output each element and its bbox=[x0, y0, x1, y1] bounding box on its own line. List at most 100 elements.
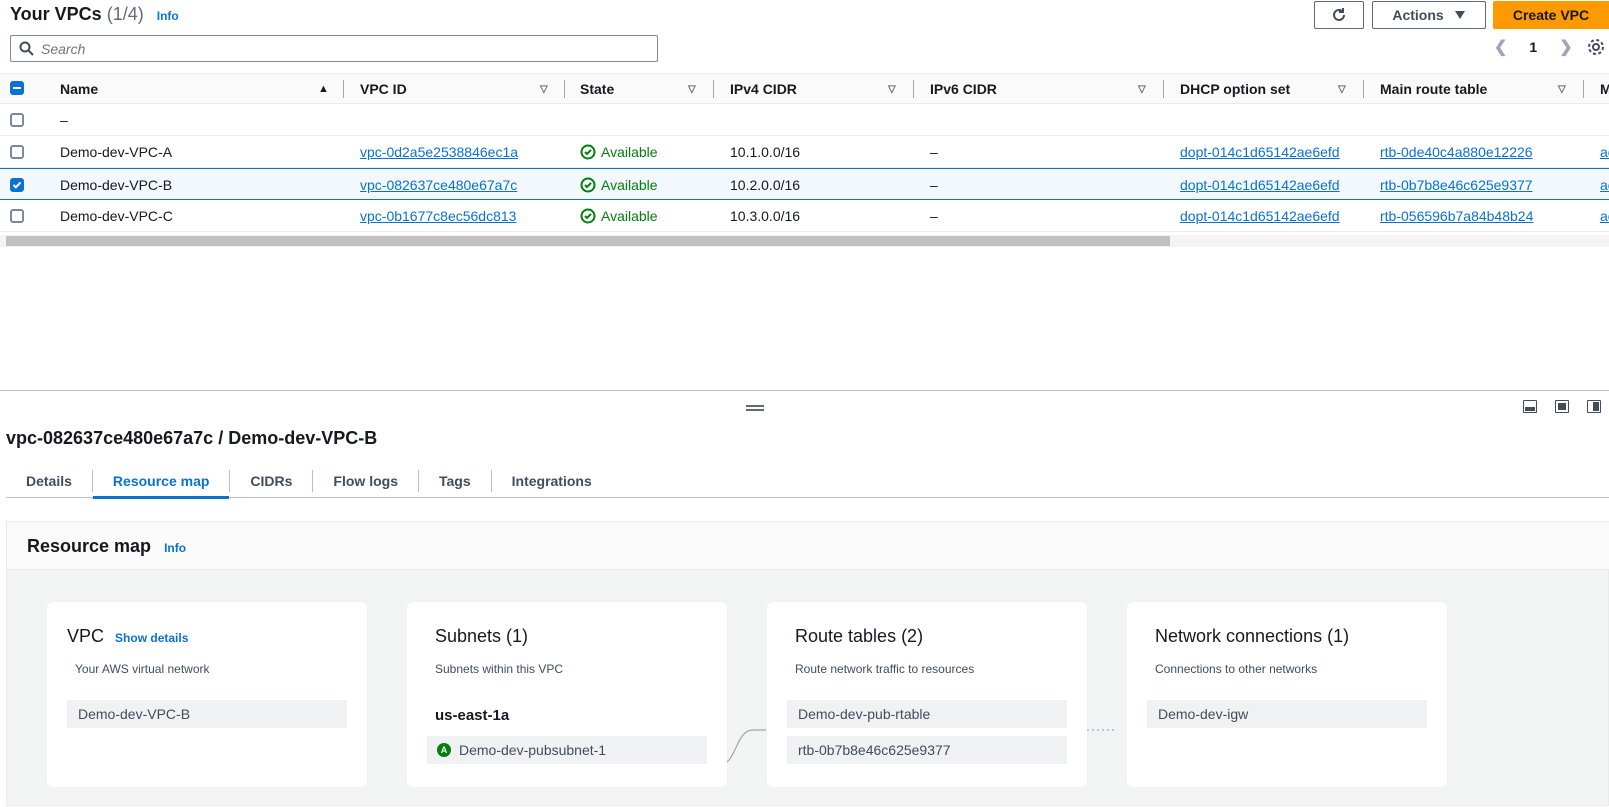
cell-vpc-id-link[interactable]: vpc-082637ce480e67a7c bbox=[360, 169, 517, 200]
search-box[interactable] bbox=[10, 35, 658, 62]
route-tables-card-title: Route tables (2) bbox=[795, 626, 924, 646]
col-more[interactable]: M bbox=[1600, 74, 1609, 104]
check-circle-icon bbox=[580, 177, 596, 192]
col-route[interactable]: Main route table ▽ bbox=[1380, 74, 1584, 104]
tab-tags[interactable]: Tags bbox=[419, 464, 491, 498]
route-tables-card: Route tables (2) Route network traffic t… bbox=[767, 602, 1087, 787]
network-connection-item[interactable]: Demo-dev-igw bbox=[1147, 700, 1427, 728]
network-connections-card: Network connections (1) Connections to o… bbox=[1127, 602, 1447, 787]
col-divider[interactable] bbox=[564, 80, 565, 98]
check-circle-icon bbox=[580, 144, 596, 159]
table-row[interactable]: Demo-dev-VPC-A vpc-0d2a5e2538846ec1a Ava… bbox=[0, 136, 1609, 168]
cell-more-link[interactable]: ac bbox=[1600, 169, 1609, 200]
cell-more-link[interactable]: ac bbox=[1600, 136, 1609, 167]
col-ipv4[interactable]: IPv4 CIDR ▽ bbox=[730, 74, 914, 104]
vpc-card-title: VPC Show details bbox=[67, 626, 188, 647]
resize-handle-icon[interactable] bbox=[746, 405, 764, 411]
col-divider[interactable] bbox=[1363, 80, 1364, 98]
refresh-button[interactable] bbox=[1314, 1, 1364, 29]
cell-dhcp-link[interactable]: dopt-014c1d65142ae6efd bbox=[1180, 169, 1340, 200]
subnets-card-title: Subnets (1) bbox=[435, 626, 529, 646]
sort-icon[interactable]: ▽ bbox=[1338, 84, 1346, 95]
tab-cidrs[interactable]: CIDRs bbox=[230, 464, 312, 498]
col-vpc-id[interactable]: VPC ID ▽ bbox=[360, 74, 565, 104]
panel-bottom-icon[interactable] bbox=[1523, 400, 1537, 413]
detail-tabs: Details Resource map CIDRs Flow logs Tag… bbox=[6, 464, 1609, 499]
settings-icon[interactable] bbox=[1587, 38, 1605, 59]
col-divider[interactable] bbox=[913, 80, 914, 98]
sort-asc-icon[interactable]: ▲ bbox=[318, 83, 329, 95]
resource-map-container: Resource map Info VPC Show details Your … bbox=[6, 521, 1609, 806]
tab-details[interactable]: Details bbox=[6, 464, 92, 498]
current-page[interactable]: 1 bbox=[1529, 39, 1537, 55]
state-text: Available bbox=[601, 176, 658, 193]
network-connections-card-subtitle: Connections to other networks bbox=[1155, 662, 1318, 676]
tab-flow-logs[interactable]: Flow logs bbox=[313, 464, 418, 498]
panel-side-icon[interactable] bbox=[1587, 400, 1601, 413]
col-ipv4-label: IPv4 CIDR bbox=[730, 81, 797, 97]
cell-state: Available bbox=[580, 136, 658, 167]
cell-state: Available bbox=[580, 169, 658, 200]
subnet-item-label: Demo-dev-pubsubnet-1 bbox=[459, 742, 607, 758]
check-circle-icon bbox=[580, 208, 596, 223]
select-all-checkbox[interactable] bbox=[10, 81, 24, 95]
cell-state: Available bbox=[580, 200, 658, 231]
col-divider[interactable] bbox=[1583, 80, 1584, 98]
cell-route-link[interactable]: rtb-0de40c4a880e12226 bbox=[1380, 136, 1533, 167]
page-header: Your VPCs (1/4) Info Actions Create VPC bbox=[0, 0, 1609, 30]
sort-icon[interactable]: ▽ bbox=[1558, 84, 1566, 95]
show-details-link[interactable]: Show details bbox=[115, 631, 188, 645]
cell-route-link[interactable]: rtb-056596b7a84b48b24 bbox=[1380, 200, 1533, 231]
info-link[interactable]: Info bbox=[157, 9, 179, 23]
col-divider[interactable] bbox=[1163, 80, 1164, 98]
subnets-card-subtitle: Subnets within this VPC bbox=[435, 662, 564, 676]
create-vpc-button[interactable]: Create VPC bbox=[1493, 1, 1609, 29]
col-ipv6[interactable]: IPv6 CIDR ▽ bbox=[930, 74, 1164, 104]
table-row[interactable]: – bbox=[0, 104, 1609, 136]
col-state[interactable]: State ▽ bbox=[580, 74, 714, 104]
row-checkbox[interactable] bbox=[10, 209, 24, 223]
horizontal-scrollbar[interactable] bbox=[0, 235, 1609, 247]
route-table-item[interactable]: Demo-dev-pub-rtable bbox=[787, 700, 1067, 728]
panel-position-controls bbox=[1523, 400, 1601, 413]
search-input[interactable] bbox=[41, 40, 641, 57]
cell-dhcp-link[interactable]: dopt-014c1d65142ae6efd bbox=[1180, 136, 1340, 167]
cell-vpc-id-link[interactable]: vpc-0b1677c8ec56dc813 bbox=[360, 200, 516, 231]
vpc-item[interactable]: Demo-dev-VPC-B bbox=[67, 700, 347, 728]
scrollbar-thumb[interactable] bbox=[6, 236, 1170, 246]
table-row[interactable]: Demo-dev-VPC-C vpc-0b1677c8ec56dc813 Ava… bbox=[0, 200, 1609, 232]
sort-icon[interactable]: ▽ bbox=[1138, 84, 1146, 95]
row-checkbox[interactable] bbox=[10, 178, 24, 192]
panel-full-icon[interactable] bbox=[1555, 400, 1569, 413]
col-divider[interactable] bbox=[713, 80, 714, 98]
row-checkbox[interactable] bbox=[10, 113, 24, 127]
col-name[interactable]: Name ▲ bbox=[60, 74, 344, 104]
cell-ipv6: – bbox=[930, 143, 938, 160]
cell-name: Demo-dev-VPC-B bbox=[60, 176, 173, 193]
sort-icon[interactable]: ▽ bbox=[888, 84, 896, 95]
tab-integrations[interactable]: Integrations bbox=[492, 464, 612, 498]
cell-more-link[interactable]: ac bbox=[1600, 200, 1609, 231]
sort-icon[interactable]: ▽ bbox=[688, 84, 696, 95]
vpc-table: Name ▲ VPC ID ▽ State ▽ IPv4 CIDR ▽ IPv6… bbox=[0, 73, 1609, 232]
row-checkbox[interactable] bbox=[10, 145, 24, 159]
tab-resource-map[interactable]: Resource map bbox=[92, 464, 230, 499]
route-tables-card-subtitle: Route network traffic to resources bbox=[795, 662, 975, 676]
table-row-selected[interactable]: Demo-dev-VPC-B vpc-082637ce480e67a7c Ava… bbox=[0, 168, 1609, 200]
route-table-item[interactable]: rtb-0b7b8e46c625e9377 bbox=[787, 736, 1067, 764]
col-dhcp[interactable]: DHCP option set ▽ bbox=[1180, 74, 1364, 104]
next-page-icon[interactable]: ❯ bbox=[1559, 37, 1572, 57]
cell-route-link[interactable]: rtb-0b7b8e46c625e9377 bbox=[1380, 169, 1533, 200]
prev-page-icon[interactable]: ❮ bbox=[1494, 37, 1507, 57]
sort-icon[interactable]: ▽ bbox=[540, 84, 548, 95]
cell-vpc-id-link[interactable]: vpc-0d2a5e2538846ec1a bbox=[360, 136, 518, 167]
col-dhcp-label: DHCP option set bbox=[1180, 81, 1291, 97]
subnet-item[interactable]: A Demo-dev-pubsubnet-1 bbox=[427, 736, 707, 764]
pagination: ❮ 1 ❯ bbox=[1494, 37, 1573, 57]
cell-dhcp-link[interactable]: dopt-014c1d65142ae6efd bbox=[1180, 200, 1340, 231]
state-text: Available bbox=[601, 207, 658, 224]
col-name-label: Name bbox=[60, 81, 99, 97]
actions-button[interactable]: Actions bbox=[1372, 1, 1486, 29]
col-divider[interactable] bbox=[343, 80, 344, 98]
selection-count: (1/4) bbox=[106, 4, 144, 24]
